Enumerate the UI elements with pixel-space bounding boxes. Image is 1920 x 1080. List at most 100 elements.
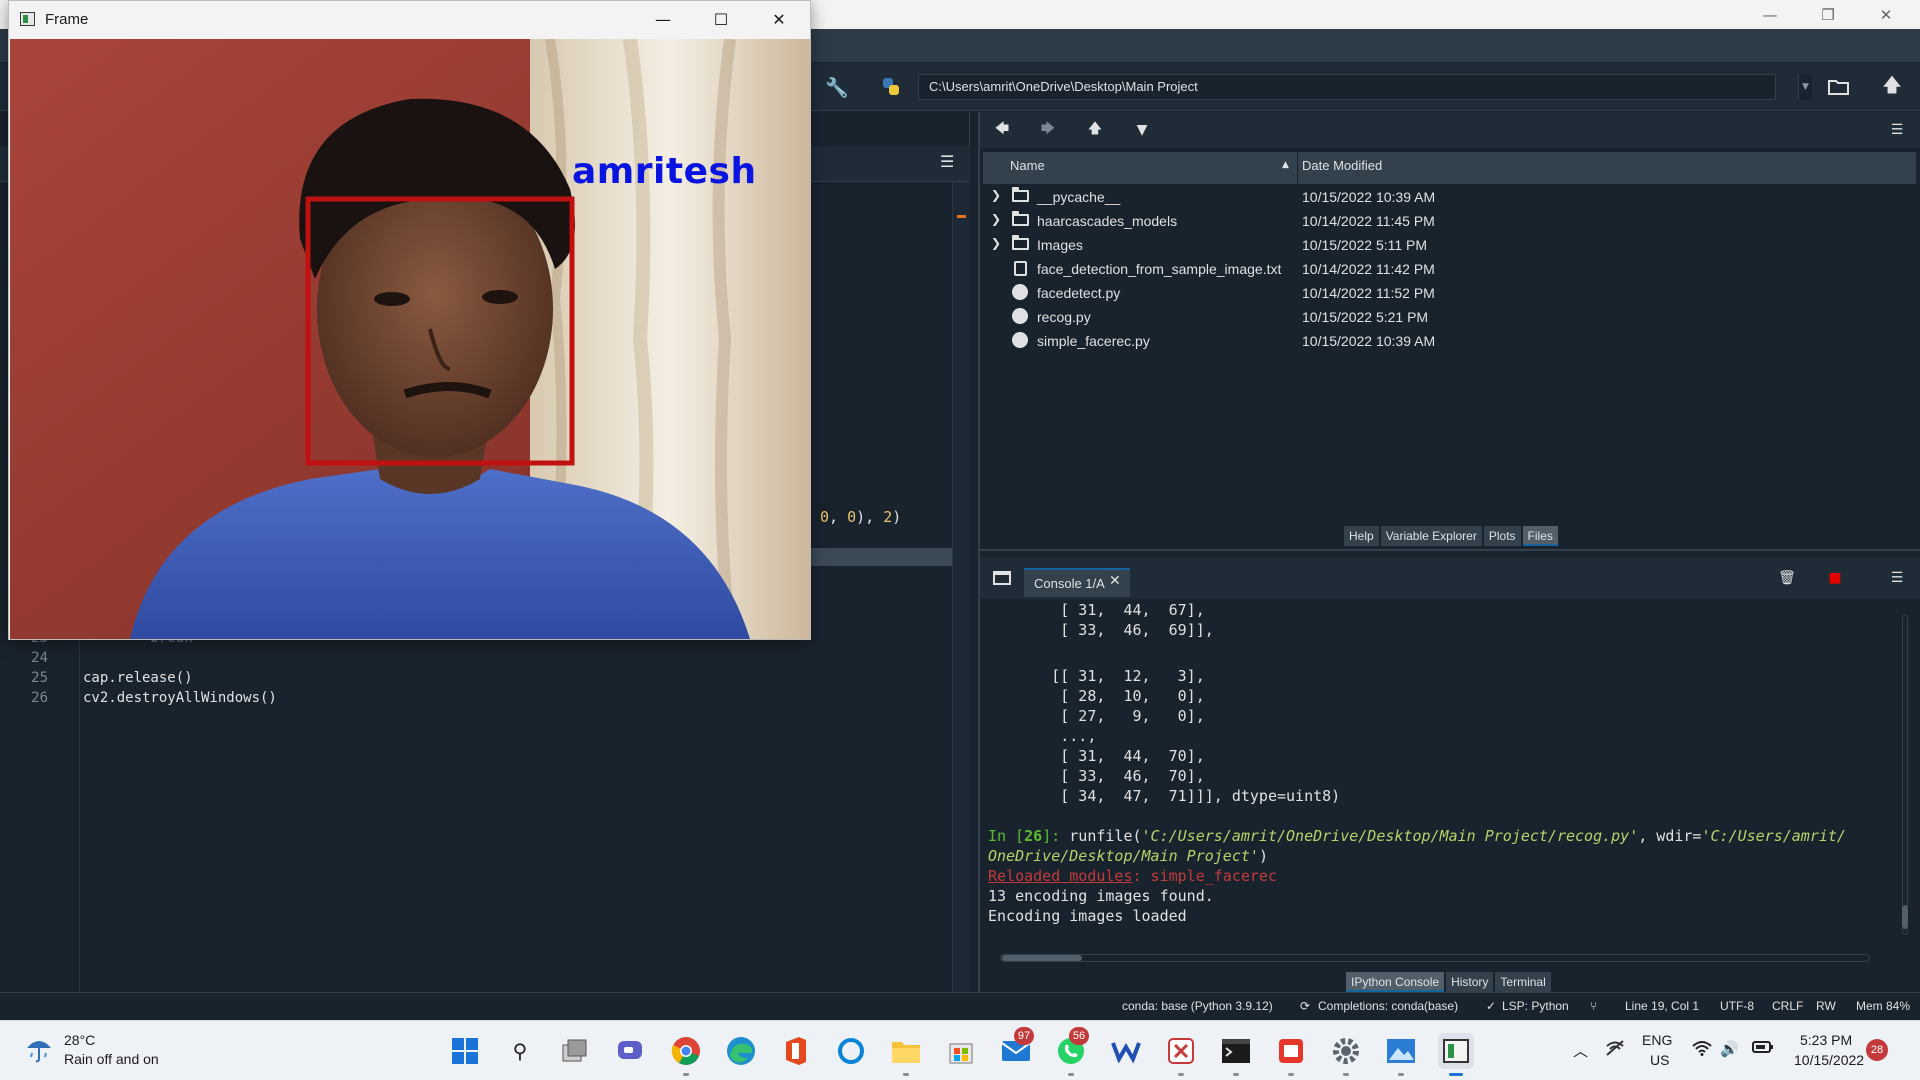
up-icon[interactable]: 🡅	[1083, 118, 1107, 142]
column-separator[interactable]	[1297, 152, 1298, 184]
upper-pane-tabs: Help Variable Explorer Plots Files	[1344, 526, 1560, 546]
language-indicator[interactable]: ENG	[1642, 1032, 1672, 1048]
tab-plots[interactable]: Plots	[1483, 526, 1521, 546]
status-env[interactable]: conda: base (Python 3.9.12)	[1122, 999, 1273, 1013]
line-number: 24	[31, 650, 48, 666]
pane-splitter[interactable]	[970, 112, 978, 992]
parent-directory-icon[interactable]: 🡅	[1879, 74, 1905, 100]
chevron-up-icon[interactable]: ︿	[1573, 1040, 1588, 1061]
console-browse-tabs-icon[interactable]	[990, 566, 1014, 590]
tab-history[interactable]: History	[1446, 972, 1494, 992]
back-icon[interactable]: 🡄	[990, 118, 1014, 142]
teams-chat-icon[interactable]	[612, 1033, 648, 1069]
file-explorer-icon[interactable]	[888, 1033, 924, 1069]
vscode-like-icon[interactable]	[1108, 1033, 1144, 1069]
editor-options-menu-icon[interactable]: ☰	[940, 152, 954, 171]
file-row[interactable]: simple_facerec.py 10/15/2022 10:39 AM	[983, 329, 1916, 353]
files-toolbar	[980, 112, 1920, 148]
tab-terminal[interactable]: Terminal	[1495, 972, 1551, 992]
notification-badge[interactable]: 28	[1866, 1039, 1888, 1061]
name-column-header[interactable]: Name	[1010, 158, 1045, 173]
date-column-header[interactable]: Date Modified	[1302, 158, 1382, 173]
folder-icon	[1011, 235, 1029, 253]
stop-kernel-icon[interactable]: ■	[1823, 566, 1847, 590]
photos-icon[interactable]	[1383, 1033, 1419, 1069]
reload-message: Reloaded modules: simple_facerec	[988, 867, 1277, 885]
file-row[interactable]: ❯ Images 10/15/2022 5:11 PM	[983, 233, 1916, 257]
running-indicator	[1288, 1073, 1294, 1076]
forward-icon[interactable]: 🡆	[1036, 118, 1060, 142]
line-number: 25	[31, 670, 48, 686]
office-icon[interactable]	[778, 1033, 814, 1069]
status-encoding: UTF-8	[1720, 999, 1754, 1013]
file-row[interactable]: face_detection_from_sample_image.txt 10/…	[983, 257, 1916, 281]
start-icon[interactable]	[447, 1033, 483, 1069]
tab-ipython-console[interactable]: IPython Console	[1346, 972, 1445, 992]
expand-chevron-icon[interactable]: ❯	[991, 188, 1001, 202]
file-date: 10/14/2022 11:42 PM	[1302, 261, 1435, 277]
settings-icon[interactable]	[1328, 1033, 1364, 1069]
filter-icon[interactable]: ▼	[1130, 118, 1154, 142]
input-prompt: In [26]:	[988, 827, 1070, 845]
recognized-name-label: amritesh	[572, 151, 757, 192]
snipping-tool-icon[interactable]	[1163, 1033, 1199, 1069]
tab-files[interactable]: Files	[1522, 526, 1558, 546]
status-position: Line 19, Col 1	[1625, 999, 1700, 1013]
console-vertical-scrollbar[interactable]	[1898, 605, 1912, 945]
expand-chevron-icon[interactable]: ❯	[991, 212, 1001, 226]
file-row[interactable]: ❯ __pycache__ 10/15/2022 10:39 AM	[983, 185, 1916, 209]
task-view-icon[interactable]	[557, 1033, 593, 1069]
region-indicator[interactable]: US	[1650, 1052, 1669, 1068]
frame-minimize-icon[interactable]: —	[634, 4, 692, 34]
opencv-frame-taskbar-icon[interactable]	[1438, 1033, 1474, 1069]
browse-folder-icon[interactable]	[1826, 74, 1852, 100]
frame-maximize-icon[interactable]: ☐	[692, 4, 750, 34]
cortana-icon[interactable]	[833, 1033, 869, 1069]
console-output-line: [ 33, 46, 69]],	[988, 621, 1214, 639]
clock-date[interactable]: 10/15/2022	[1794, 1052, 1864, 1068]
weather-temperature[interactable]: 28°C	[64, 1032, 95, 1048]
network-disconnected-icon[interactable]	[1605, 1040, 1625, 1060]
console-output-line: [ 34, 47, 71]]], dtype=uint8)	[988, 787, 1341, 805]
console-output-line: [ 28, 10, 0],	[988, 687, 1205, 705]
editor-scrollbar[interactable]	[952, 182, 970, 992]
close-icon[interactable]: ✕	[1858, 0, 1914, 29]
tab-help[interactable]: Help	[1344, 526, 1379, 546]
wifi-icon[interactable]	[1692, 1040, 1712, 1060]
weather-description[interactable]: Rain off and on	[64, 1051, 159, 1067]
clear-console-icon[interactable]: 🗑	[1775, 566, 1799, 590]
tab-variable-explorer[interactable]: Variable Explorer	[1380, 526, 1482, 546]
weather-rain-icon[interactable]	[24, 1034, 54, 1064]
edge-icon[interactable]	[723, 1033, 759, 1069]
status-lsp[interactable]: LSP: Python	[1502, 999, 1569, 1013]
file-row[interactable]: facedetect.py 10/14/2022 11:52 PM	[983, 281, 1916, 305]
microsoft-store-icon[interactable]	[943, 1033, 979, 1069]
battery-icon[interactable]	[1752, 1040, 1774, 1058]
console-output-line: Encoding images loaded	[988, 907, 1187, 925]
frame-close-icon[interactable]: ✕	[750, 4, 808, 34]
console-horizontal-scrollbar[interactable]	[990, 950, 1894, 964]
lower-pane-tabs: IPython Console History Terminal	[1346, 972, 1553, 992]
horizontal-splitter[interactable]	[980, 549, 1920, 557]
file-date: 10/15/2022 10:39 AM	[1302, 189, 1436, 205]
status-permissions: RW	[1816, 999, 1836, 1013]
volume-icon[interactable]: 🔊	[1720, 1040, 1739, 1058]
status-completions[interactable]: Completions: conda(base)	[1318, 999, 1458, 1013]
minimize-icon[interactable]: —	[1742, 0, 1798, 29]
file-row[interactable]: recog.py 10/15/2022 5:21 PM	[983, 305, 1916, 329]
chevron-down-icon[interactable]: ▼	[1798, 74, 1812, 100]
file-row[interactable]: ❯ haarcascades_models 10/14/2022 11:45 P…	[983, 209, 1916, 233]
python-path-icon[interactable]	[878, 74, 904, 100]
clock-time[interactable]: 5:23 PM	[1800, 1032, 1852, 1048]
console-options-menu-icon[interactable]: ☰	[1885, 566, 1909, 590]
working-directory-input[interactable]: C:\Users\amrit\OneDrive\Desktop\Main Pro…	[918, 74, 1776, 100]
wrench-icon[interactable]: 🔧	[824, 74, 850, 100]
files-options-menu-icon[interactable]: ☰	[1885, 118, 1909, 142]
chrome-icon[interactable]	[668, 1033, 704, 1069]
expand-chevron-icon[interactable]: ❯	[991, 236, 1001, 250]
presentation-app-icon[interactable]	[1273, 1033, 1309, 1069]
close-tab-icon[interactable]: ✕	[1109, 573, 1121, 589]
restore-icon[interactable]: ❐	[1800, 0, 1856, 29]
terminal-icon[interactable]	[1218, 1033, 1254, 1069]
search-icon[interactable]: ⚲	[502, 1033, 538, 1069]
